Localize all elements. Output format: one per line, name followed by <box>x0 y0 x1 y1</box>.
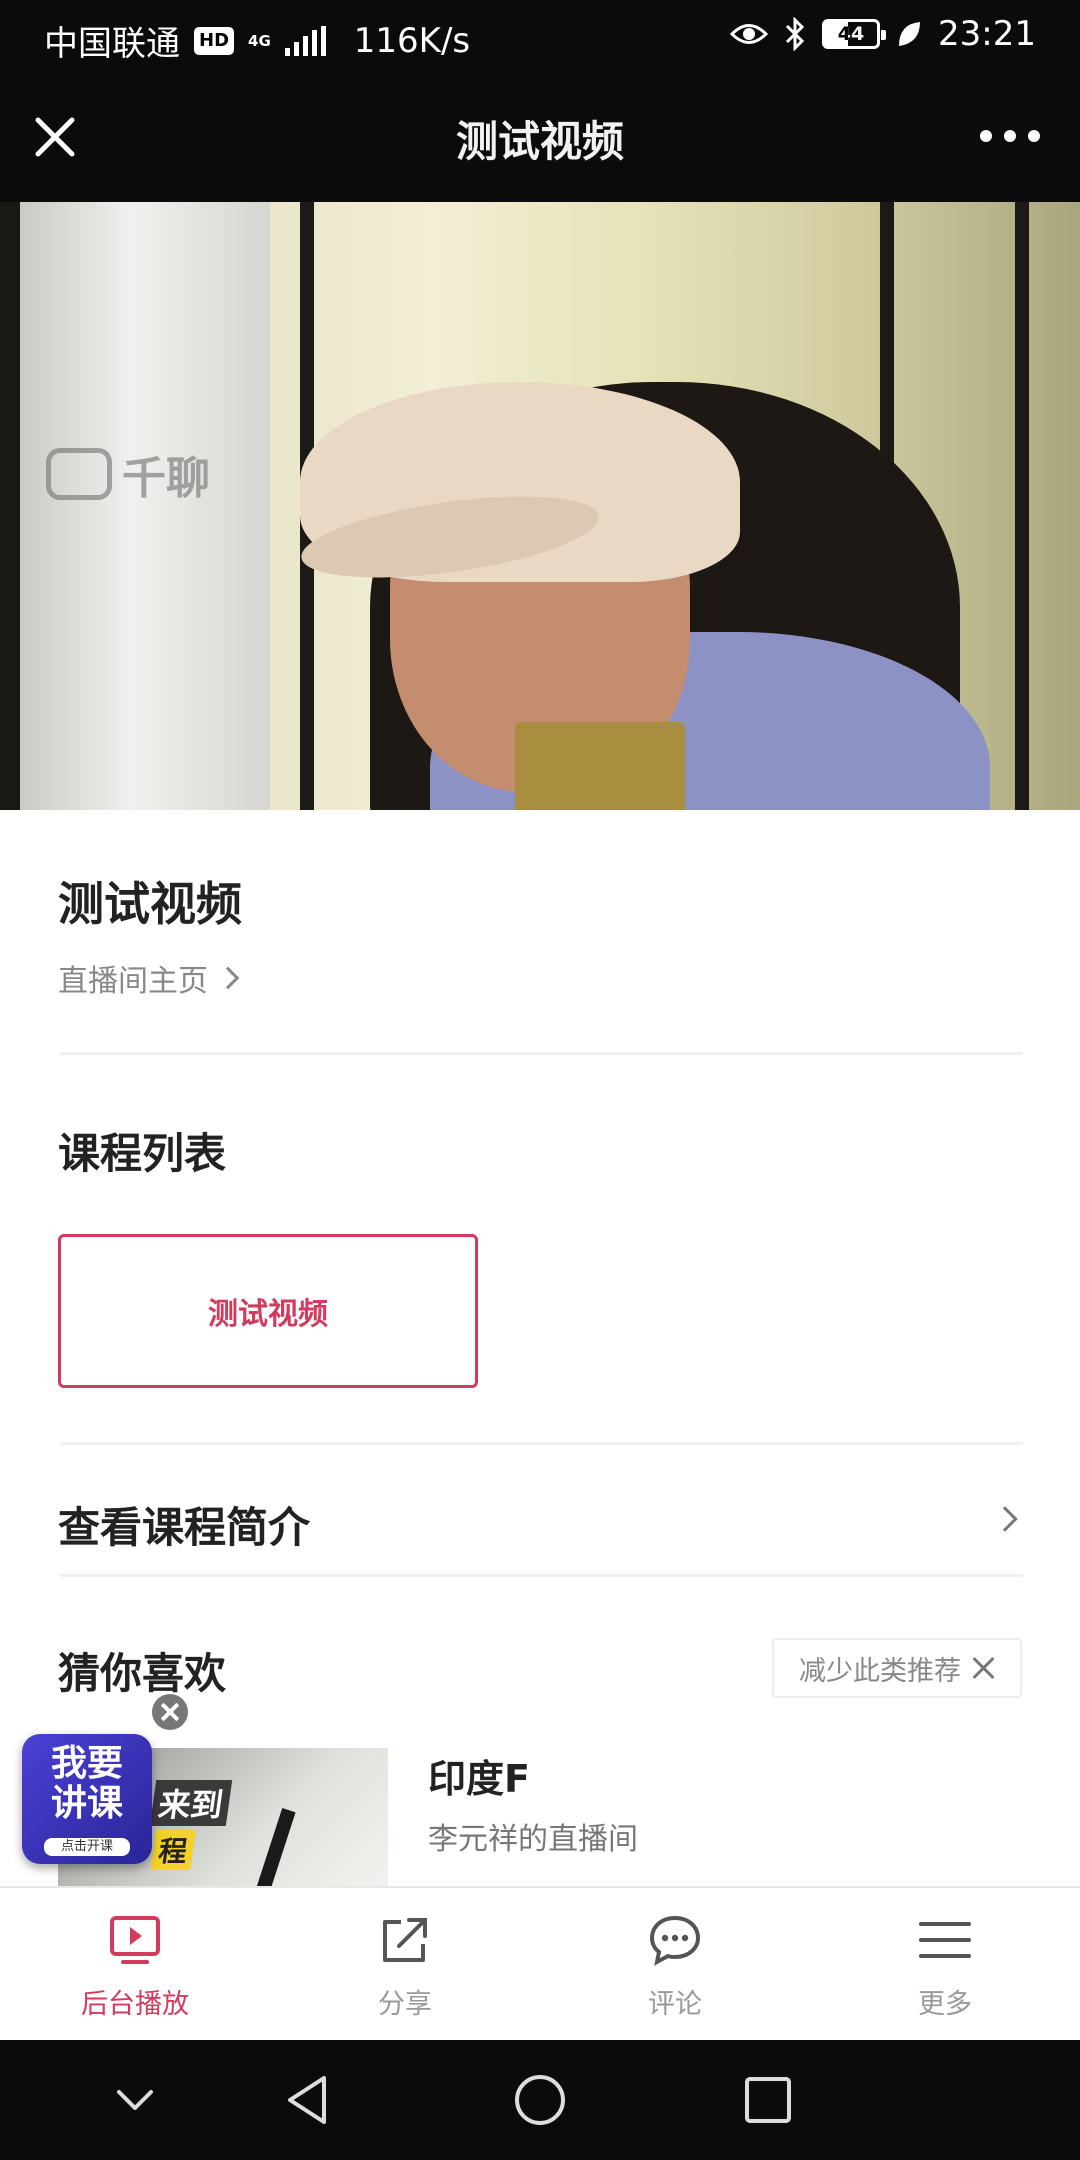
home-link-label: 直播间主页 <box>58 964 208 999</box>
recommend-subtitle: 李元祥的直播间 <box>428 1822 638 1857</box>
leaf-icon <box>899 22 921 46</box>
live-room-home-link[interactable]: 直播间主页 <box>58 956 240 1000</box>
page-title: 测试视频 <box>455 117 624 166</box>
eye-icon <box>730 24 769 44</box>
course-intro-label: 查看课程简介 <box>58 1503 311 1552</box>
divider <box>60 1574 1023 1577</box>
thumb-caption: 程 <box>150 1830 196 1870</box>
badge-close-icon[interactable] <box>152 1694 188 1730</box>
divider <box>60 1052 1023 1055</box>
course-intro-row[interactable]: 查看课程简介 <box>0 1470 1080 1566</box>
tab-label: 更多 <box>918 1989 972 2020</box>
badge-line: 我要 <box>50 1743 123 1784</box>
tab-background-play[interactable]: 后台播放 <box>35 1912 235 2021</box>
recommend-heading: 猜你喜欢 <box>58 1649 227 1698</box>
back-icon[interactable] <box>280 2070 340 2130</box>
comment-icon <box>649 1915 701 1966</box>
tab-label: 分享 <box>378 1989 432 2020</box>
tab-more[interactable]: 更多 <box>845 1912 1045 2021</box>
divider <box>60 1442 1023 1445</box>
battery-level: 44 <box>837 23 865 45</box>
network-type: 4G <box>248 31 271 50</box>
status-left: 中国联通 HD 4G 116K/s <box>44 16 470 65</box>
battery-icon: 44 <box>822 19 887 49</box>
more-icon[interactable] <box>980 126 1040 146</box>
play-screen-icon <box>110 1916 160 1964</box>
watermark-logo-icon <box>46 448 112 500</box>
reduce-label: 减少此类推荐 <box>799 1655 961 1687</box>
tab-comment[interactable]: 评论 <box>575 1912 775 2021</box>
watermark-text: 千聊 <box>122 453 210 504</box>
chevron-right-icon <box>992 1506 1018 1532</box>
tab-label: 评论 <box>648 1989 702 2020</box>
reduce-recommendation-button[interactable]: 减少此类推荐 <box>772 1638 1022 1698</box>
menu-icon <box>919 1922 971 1958</box>
status-right: 44 23:21 <box>730 14 1036 54</box>
curtain <box>20 202 270 810</box>
bluetooth-icon <box>785 17 805 51</box>
close-icon <box>971 1656 995 1680</box>
badge-caption: 点击开课 <box>44 1838 130 1856</box>
chevron-down-icon[interactable] <box>105 2070 165 2130</box>
system-nav-bar <box>0 2040 1080 2160</box>
recents-icon[interactable] <box>738 2070 798 2130</box>
lesson-item[interactable]: 测试视频 <box>58 1234 478 1388</box>
tab-share[interactable]: 分享 <box>305 1912 505 2021</box>
video-watermark: 千聊 <box>46 442 210 506</box>
teach-course-badge[interactable]: 我要 讲课 点击开课 <box>22 1734 152 1864</box>
title-bar: 测试视频 <box>0 72 1080 202</box>
share-icon <box>383 1918 427 1962</box>
clock: 23:21 <box>938 14 1036 54</box>
lesson-list-heading: 课程列表 <box>58 1129 227 1178</box>
bottom-tab-bar: 后台播放 分享 评论 更多 <box>0 1886 1080 2040</box>
video-player[interactable]: 千聊 <box>0 202 1080 810</box>
chevron-right-icon <box>216 966 240 990</box>
carrier-name: 中国联通 <box>44 24 180 64</box>
home-icon[interactable] <box>510 2070 570 2130</box>
network-speed: 116K/s <box>353 20 471 61</box>
thumb-caption: 来到 <box>149 1780 233 1826</box>
tab-label: 后台播放 <box>81 1989 189 2020</box>
status-bar: 中国联通 HD 4G 116K/s 44 23:21 <box>0 0 1080 72</box>
recommend-title[interactable]: 印度F <box>428 1748 530 1803</box>
course-title: 测试视频 <box>58 877 242 931</box>
signal-icon <box>284 25 326 56</box>
hd-badge: HD <box>194 26 235 55</box>
badge-line: 讲课 <box>50 1783 123 1824</box>
